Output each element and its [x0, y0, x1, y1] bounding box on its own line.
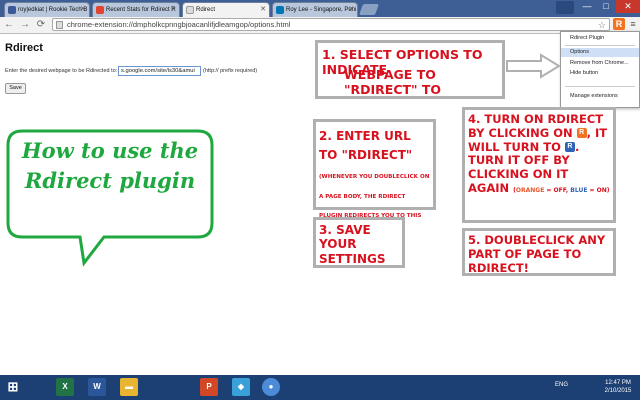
tab-title: Rdirect — [196, 7, 216, 13]
stats-icon — [96, 6, 104, 14]
save-button[interactable]: Save — [5, 83, 26, 94]
rdirect-blue-icon: R — [564, 142, 575, 153]
url-hint: (http:// prefix required) — [203, 68, 258, 74]
bubble-line-2: Rdirect plugin — [24, 168, 196, 193]
language-indicator[interactable]: ENG — [555, 382, 568, 388]
user-profile-icon[interactable] — [556, 1, 574, 14]
address-bar[interactable]: chrome-extension://dmpholkcpnngbjoacanli… — [52, 18, 610, 31]
bookmark-star-icon[interactable]: ☆ — [598, 19, 606, 31]
excel-icon[interactable]: X — [56, 378, 74, 396]
close-icon[interactable]: ✕ — [348, 3, 354, 17]
tab-rdirect[interactable]: Rdirect ✕ — [182, 2, 270, 17]
bubble-line-1: How to use the — [21, 138, 199, 163]
reload-button[interactable]: ⟳ — [34, 18, 48, 32]
legend-close: = on) — [587, 186, 610, 194]
close-icon[interactable]: ✕ — [80, 3, 86, 17]
tab-roy-lee[interactable]: Roy Lee - Singapore, Puni ✕ — [272, 2, 358, 17]
rdirect-orange-icon: R — [576, 128, 587, 139]
step-3-annotation: 3. Save your settings — [313, 217, 405, 268]
menu-item-manage-extensions[interactable]: Manage extensions — [561, 92, 639, 101]
windows-taskbar: ⊞ X W ▬ P ◆ ● ENG 12:47 PM 2/10/2015 — [0, 375, 640, 400]
bubble-heading: How to use the Rdirect plugin — [10, 136, 210, 196]
clock[interactable]: 12:47 PM 2/10/2015 — [598, 379, 638, 395]
tab-recent-stats[interactable]: Recent Stats for Rdirect R ✕ — [92, 2, 180, 17]
step-5-annotation: 5. Doubleclick any part of page to Rdire… — [462, 228, 616, 276]
clock-time: 12:47 PM — [605, 380, 631, 386]
step-5-text: 5. Doubleclick any part of page to Rdire… — [468, 233, 606, 275]
chrome-menu-button[interactable]: ≡ — [628, 18, 638, 30]
menu-item-remove[interactable]: Remove from Chrome... — [561, 59, 639, 68]
maximize-button[interactable]: □ — [597, 0, 615, 13]
linkedin-icon — [276, 6, 284, 14]
step-4-annotation: 4. Turn on Rdirect by clicking on R, it … — [462, 107, 616, 223]
close-window-button[interactable]: ✕ — [616, 0, 640, 13]
close-icon[interactable]: ✕ — [260, 3, 266, 17]
chrome-icon[interactable]: ● — [262, 378, 280, 396]
tab-strip: roy|edkiat | Rookie Tech B ✕ Recent Stat… — [0, 0, 640, 17]
page-title: Rdirect — [5, 42, 43, 54]
page-icon — [56, 21, 63, 29]
pictures-icon[interactable]: ◆ — [232, 378, 250, 396]
legend-orange: orange — [515, 186, 545, 194]
word-icon[interactable]: W — [88, 378, 106, 396]
page-icon — [186, 6, 194, 14]
legend-blue: blue — [570, 186, 588, 194]
redirect-url-input[interactable] — [118, 66, 201, 76]
close-icon[interactable]: ✕ — [170, 3, 176, 17]
tab-rookie-tech[interactable]: roy|edkiat | Rookie Tech B ✕ — [4, 2, 90, 17]
step-2-main: 2. Enter URL to "Rdirect" — [319, 129, 413, 163]
legend-mid: = off, — [544, 186, 571, 194]
arrow-right-icon — [506, 53, 561, 79]
menu-item-plugin-name[interactable]: Rdirect Plugin — [561, 34, 639, 43]
folder-icon[interactable]: ▬ — [120, 378, 138, 396]
menu-divider — [565, 45, 635, 46]
new-tab-button[interactable] — [358, 4, 380, 15]
windows-start-icon[interactable]: ⊞ — [4, 378, 22, 396]
step-1-line-2: webpage to "Rdirect" to — [344, 67, 442, 97]
step-1-annotation: 1. Select options to indicate webpage to… — [315, 40, 505, 99]
step-2-annotation: 2. Enter URL to "Rdirect" (Whenever you … — [313, 119, 436, 238]
clock-date: 2/10/2015 — [604, 388, 632, 394]
powerpoint-icon[interactable]: P — [200, 378, 218, 396]
browser-toolbar: ← → ⟳ chrome-extension://dmpholkcpnngbjo… — [0, 17, 640, 34]
rdirect-extension-icon[interactable]: R — [613, 18, 625, 30]
step-3-text: 3. Save your settings — [319, 223, 386, 266]
tab-title: Roy Lee - Singapore, Puni — [286, 7, 357, 13]
minimize-button[interactable]: — — [578, 0, 596, 13]
forward-button[interactable]: → — [18, 18, 32, 32]
tab-title: Recent Stats for Rdirect R — [106, 7, 176, 13]
facebook-icon — [8, 6, 16, 14]
menu-item-hide-button[interactable]: Hide button — [561, 69, 639, 78]
menu-divider — [565, 86, 635, 87]
menu-item-options[interactable]: Options — [561, 48, 639, 57]
address-text: chrome-extension://dmpholkcpnngbjoacanli… — [67, 20, 291, 29]
extension-context-menu: Rdirect Plugin Options Remove from Chrom… — [560, 31, 640, 108]
back-button[interactable]: ← — [2, 18, 16, 32]
tab-title: roy|edkiat | Rookie Tech B — [18, 7, 88, 13]
step-4-legend: (orange = off, blue = on) — [513, 187, 609, 194]
url-label: Enter the desired webpage to be Rdirecte… — [5, 68, 118, 74]
